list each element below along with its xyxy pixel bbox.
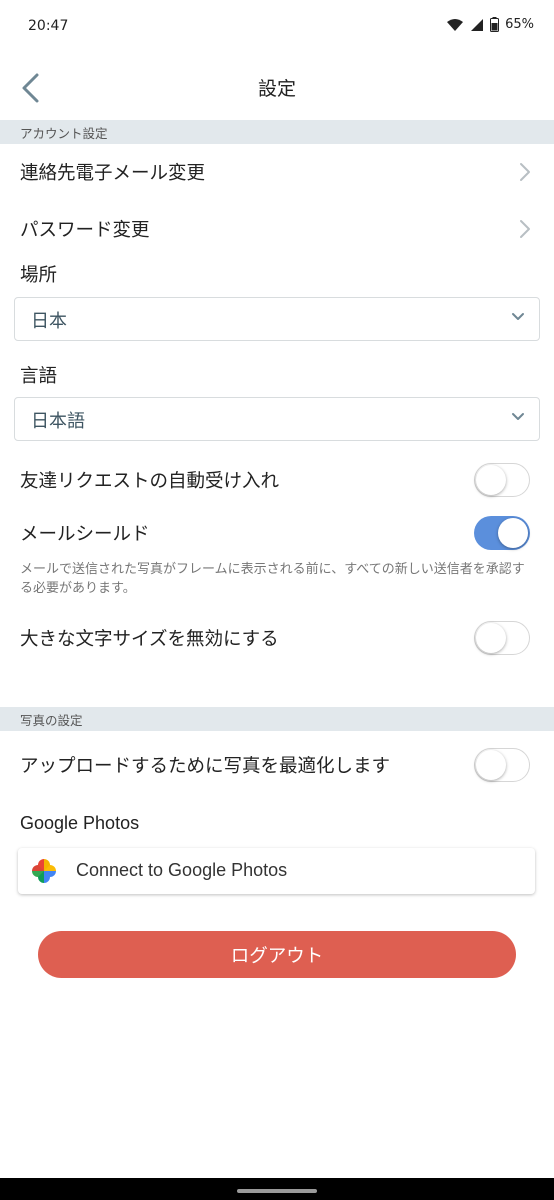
- toggle-knob: [476, 750, 506, 780]
- toggle-knob: [476, 623, 506, 653]
- optimize-upload-toggle[interactable]: [474, 748, 530, 782]
- wifi-icon: [447, 18, 464, 31]
- language-select[interactable]: 日本語: [14, 397, 540, 441]
- status-time: 20:47: [28, 18, 69, 34]
- logout-label: ログアウト: [230, 945, 324, 967]
- battery-icon: [490, 17, 500, 32]
- connect-google-photos-button[interactable]: Connect to Google Photos: [18, 848, 535, 894]
- auto-accept-label: 友達リクエストの自動受け入れ: [20, 471, 280, 492]
- toggle-knob: [498, 518, 528, 548]
- auto-accept-toggle[interactable]: [474, 463, 530, 497]
- chevron-down-icon: [512, 413, 524, 420]
- signal-icon: [471, 18, 484, 31]
- section-header-label: 写真の設定: [20, 713, 83, 728]
- chevron-right-icon: [520, 220, 530, 238]
- mail-shield-hint: メールで送信された写真がフレームに表示される前に、すべての新しい送信者を承認する…: [20, 562, 525, 596]
- location-label: 場所: [20, 265, 58, 286]
- status-bar: 20:47 65%: [0, 0, 554, 56]
- chevron-down-icon: [512, 313, 524, 320]
- language-value: 日本語: [31, 411, 85, 432]
- mail-shield-label: メールシールド: [20, 524, 150, 545]
- toggle-knob: [476, 465, 506, 495]
- location-select[interactable]: 日本: [14, 297, 540, 341]
- location-value: 日本: [31, 311, 67, 332]
- battery-percent: 65%: [505, 17, 534, 32]
- connect-google-photos-label: Connect to Google Photos: [76, 860, 288, 880]
- language-label: 言語: [20, 366, 58, 387]
- google-photos-label: Google Photos: [20, 813, 140, 833]
- change-password-row[interactable]: パスワード変更: [20, 216, 150, 242]
- logout-button[interactable]: ログアウト: [38, 931, 516, 978]
- chevron-right-icon: [520, 163, 530, 181]
- section-header-account: アカウント設定: [0, 120, 554, 144]
- change-email-row[interactable]: 連絡先電子メール変更: [20, 159, 205, 185]
- disable-large-text-label: 大きな文字サイズを無効にする: [20, 629, 279, 650]
- optimize-upload-label: アップロードするために写真を最適化します: [20, 756, 391, 777]
- google-photos-icon: [32, 859, 56, 883]
- disable-large-text-toggle[interactable]: [474, 621, 530, 655]
- mail-shield-toggle[interactable]: [474, 516, 530, 550]
- home-handle[interactable]: [237, 1189, 317, 1193]
- section-header-photos: 写真の設定: [0, 707, 554, 731]
- section-header-label: アカウント設定: [20, 126, 108, 141]
- page-title: 設定: [257, 78, 296, 100]
- status-icons: 65%: [446, 17, 534, 32]
- app-header: 設定: [0, 56, 554, 120]
